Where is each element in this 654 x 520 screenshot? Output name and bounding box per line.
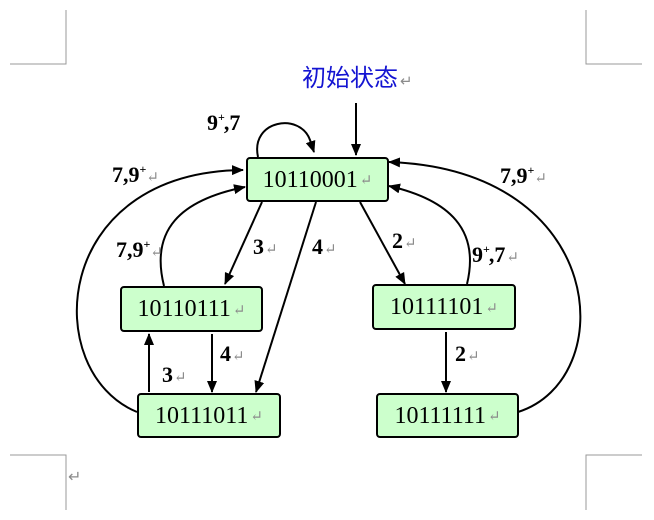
label-3-top: 3↵ xyxy=(253,234,278,259)
crop-mark-top-left xyxy=(10,10,67,65)
return-mark: ↵ xyxy=(400,72,413,90)
label-2-mid: 2↵ xyxy=(455,341,480,366)
label-4-top: 4↵ xyxy=(312,234,337,259)
return-mark: ↵ xyxy=(404,236,417,252)
return-mark: ↵ xyxy=(265,242,278,258)
label-4-mid: 4↵ xyxy=(220,341,245,366)
edge-4-top xyxy=(254,201,317,393)
label-self-loop: 9+,7 xyxy=(207,110,241,135)
state-node-10111101: 10111101 ↵ xyxy=(372,284,516,330)
edge-left-inner xyxy=(159,184,246,287)
crop-mark-top-right xyxy=(585,10,642,65)
label-left-inner: 7,9+↵ xyxy=(116,237,163,262)
return-mark: ↵ xyxy=(174,370,187,386)
return-mark: ↵ xyxy=(250,409,263,425)
label-left-outer: 7,9+↵ xyxy=(112,162,159,187)
return-mark: ↵ xyxy=(487,409,501,425)
label-right-outer: 7,9+↵ xyxy=(500,163,547,188)
edge-self-loop xyxy=(256,122,316,158)
state-node-10110001: 10110001 ↵ xyxy=(246,157,389,202)
label-3-mid: 3↵ xyxy=(162,362,187,387)
state-node-10111011: 10111011 ↵ xyxy=(137,393,281,438)
initial-state-title: 初始状态 ↵ xyxy=(302,64,413,92)
label-2-top: 2↵ xyxy=(392,228,417,253)
state-node-10110111: 10110111 ↵ xyxy=(120,286,263,332)
return-mark: ↵ xyxy=(232,302,246,319)
state-node-10111111: 10111111 ↵ xyxy=(376,393,519,438)
crop-mark-bottom-right xyxy=(585,454,642,510)
state-diagram: 初始状态 ↵ 10110001 ↵ 10110111 ↵ 10111101 ↵ 1011… xyxy=(0,0,654,520)
return-mark: ↵ xyxy=(485,300,498,317)
return-mark: ↵ xyxy=(150,245,163,261)
return-mark: ↵ xyxy=(359,173,373,189)
return-mark: ↵ xyxy=(324,242,337,258)
return-mark: ↵ xyxy=(232,349,245,365)
label-right-inner: 9+,7↵ xyxy=(472,242,519,267)
return-mark: ↵ xyxy=(146,170,159,186)
return-mark: ↵ xyxy=(467,349,480,365)
return-mark: ↵ xyxy=(506,250,519,266)
paragraph-return-mark: ↵ xyxy=(68,467,82,486)
crop-mark-bottom-left xyxy=(10,454,67,510)
return-mark: ↵ xyxy=(534,171,547,187)
